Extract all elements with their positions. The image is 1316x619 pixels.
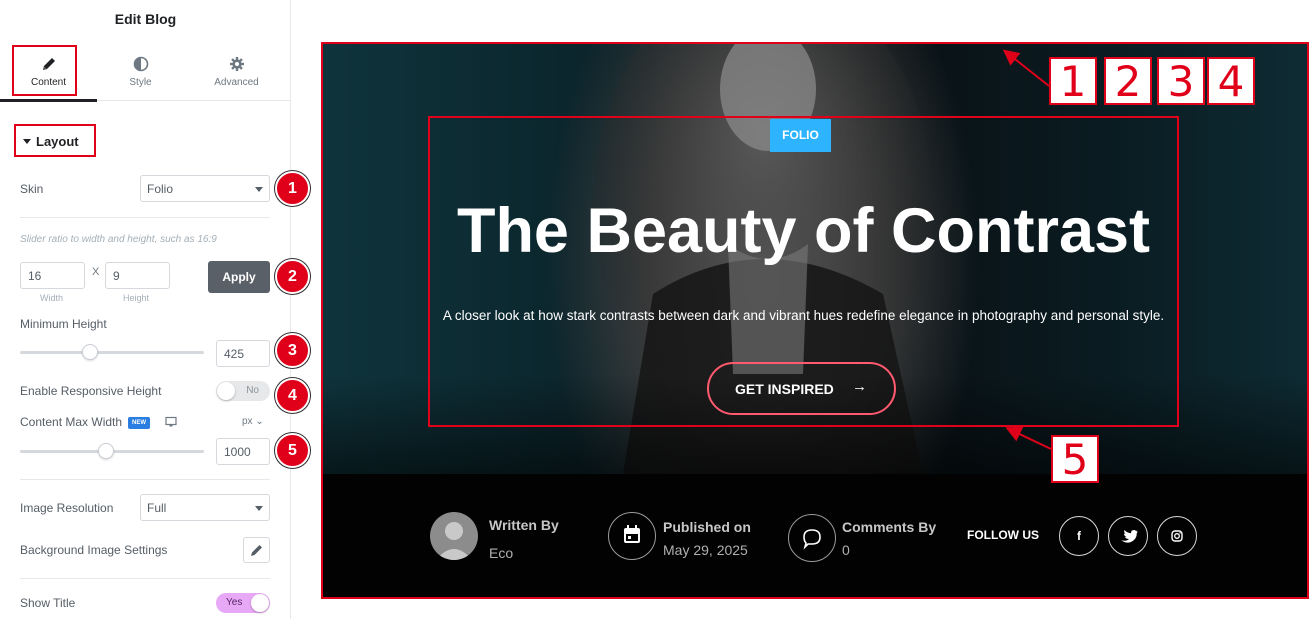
ratio-width-label: Width [40, 293, 64, 303]
ratio-width-input[interactable]: 16 [20, 262, 85, 289]
toggle-state: Yes [226, 597, 243, 608]
tab-highlight-box [12, 45, 77, 96]
ratio-hint: Slider ratio to width and height, such a… [20, 234, 217, 245]
section-label: Layout [36, 134, 79, 149]
skin-label: Skin [20, 182, 44, 196]
skin-select[interactable]: Folio [140, 175, 270, 202]
arrow-to-content-box [1005, 426, 1052, 450]
image-resolution-label: Image Resolution [20, 501, 114, 515]
ratio-separator: X [92, 266, 100, 278]
content-max-width-slider-handle[interactable] [98, 443, 115, 459]
image-resolution-select[interactable]: Full [140, 494, 270, 521]
toggle-state: No [246, 385, 259, 396]
ratio-height-label: Height [123, 293, 150, 303]
content-max-width-label: Content Max Width [20, 415, 123, 429]
min-height-input[interactable]: 425 [216, 340, 270, 367]
caret-down-icon [23, 139, 31, 144]
tab-advanced[interactable]: Advanced [188, 44, 285, 101]
tab-label: Style [129, 77, 152, 88]
new-badge: NEW [128, 417, 150, 429]
gear-icon [229, 57, 244, 71]
editor-app: Edit Blog Content Style Advanced Layout … [0, 0, 1316, 619]
chevron-down-icon [255, 187, 263, 192]
toggle-knob [217, 382, 235, 400]
content-max-width-input[interactable]: 1000 [216, 438, 270, 465]
tab-label: Advanced [214, 77, 259, 88]
ratio-height-input[interactable]: 9 [105, 262, 170, 289]
image-resolution-value: Full [147, 501, 167, 515]
divider [20, 578, 270, 579]
tab-style[interactable]: Style [92, 44, 189, 101]
unit-value: px [242, 416, 253, 427]
apply-button[interactable]: Apply [208, 261, 270, 293]
min-height-slider-handle[interactable] [81, 344, 98, 360]
callout-badge-1: 1 [275, 171, 310, 206]
min-height-slider[interactable] [20, 351, 204, 354]
divider [20, 217, 270, 218]
unit-select[interactable]: px ⌄ [242, 416, 264, 427]
divider [20, 479, 270, 480]
show-title-toggle[interactable]: Yes [216, 593, 270, 613]
settings-panel: Edit Blog Content Style Advanced Layout … [0, 0, 310, 619]
contrast-icon [133, 56, 148, 72]
responsive-height-toggle[interactable]: No [216, 381, 270, 401]
chevron-down-icon [255, 506, 263, 511]
blog-slider-preview: FOLIO The Beauty of Contrast A closer lo… [321, 42, 1309, 599]
layout-section-toggle[interactable]: Layout [14, 124, 96, 157]
panel-title: Edit Blog [114, 11, 177, 27]
pencil-icon [251, 545, 262, 556]
desktop-icon[interactable] [165, 416, 177, 428]
callout-badge-3: 3 [275, 333, 310, 368]
min-height-label: Minimum Height [20, 317, 107, 331]
callout-arrows [1002, 49, 1052, 450]
toggle-knob [251, 594, 269, 612]
skin-value: Folio [147, 182, 174, 196]
callout-badge-4: 4 [275, 378, 310, 413]
callout-badge-2: 2 [275, 259, 310, 294]
bg-settings-label: Background Image Settings [20, 543, 168, 557]
callout-badge-5: 5 [275, 433, 310, 468]
responsive-height-label: Enable Responsive Height [20, 384, 162, 398]
bg-settings-edit-button[interactable] [243, 537, 270, 563]
panel-tabs: Content Style Advanced [0, 44, 291, 102]
show-title-label: Show Title [20, 596, 76, 610]
arrow-to-preview [1002, 49, 1050, 87]
